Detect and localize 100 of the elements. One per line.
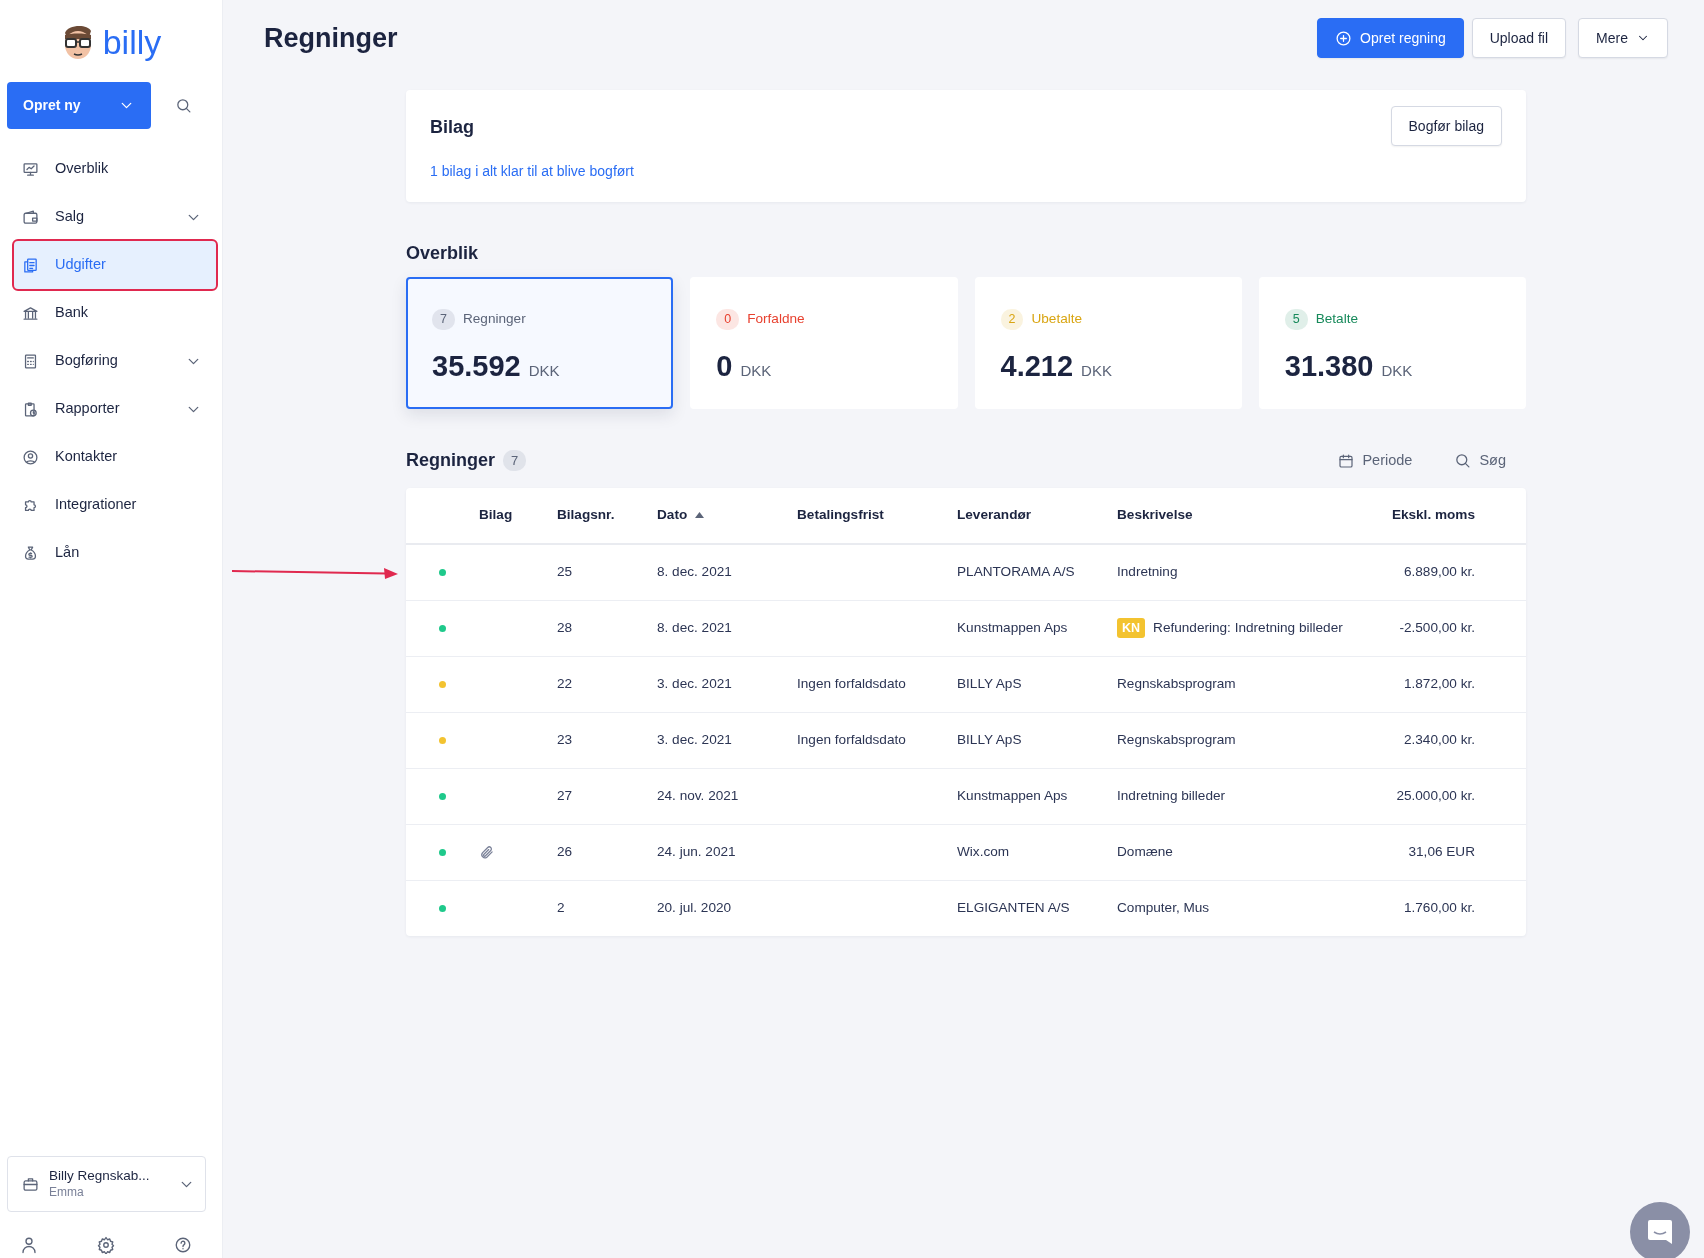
organization-selector[interactable]: Billy Regnskab... Emma xyxy=(7,1156,206,1212)
create-new-button[interactable]: Opret ny xyxy=(7,82,151,129)
column-header[interactable]: Leverandør xyxy=(957,505,1032,526)
table-cell: Kunstmappen Aps xyxy=(957,787,1068,803)
table-cell: 28 xyxy=(557,619,573,635)
wallet-icon xyxy=(22,208,39,226)
table-cell: Ingen forfaldsdato xyxy=(797,731,906,747)
chat-launcher[interactable] xyxy=(1630,1202,1690,1258)
table-cell: 27 xyxy=(557,787,573,803)
card-label: Regninger xyxy=(462,310,526,329)
table-cell: Wix.com xyxy=(957,843,1010,859)
settings-icon[interactable] xyxy=(97,1236,115,1254)
table-cell: ELGIGANTEN A/S xyxy=(957,900,1070,916)
receipts-icon xyxy=(22,256,39,274)
sidebar-item[interactable]: Rapporter xyxy=(22,385,216,433)
summary-card[interactable]: 2 Ubetalte 4.212 DKK xyxy=(974,277,1242,409)
summary-card[interactable]: 5 Betalte 31.380 DKK xyxy=(1258,277,1526,409)
bank-building-icon xyxy=(22,304,39,322)
sidebar-item[interactable]: Overblik xyxy=(22,145,216,193)
table-cell: 23 xyxy=(557,731,573,747)
table-cell: 25.000,00 kr. xyxy=(1396,787,1475,803)
search-icon xyxy=(175,97,192,114)
table-cell: 31,06 EUR xyxy=(1408,843,1475,859)
column-header[interactable]: Beskrivelse xyxy=(1117,505,1193,526)
count-badge: 2 xyxy=(1000,309,1024,330)
search-icon xyxy=(1454,452,1472,469)
table-cell-text: Regnskabsprogram xyxy=(1117,674,1236,693)
report-chart-icon xyxy=(22,400,39,418)
section-title: Regninger xyxy=(406,449,495,472)
logo-text: billy xyxy=(102,25,162,59)
count-badge: 0 xyxy=(716,309,740,330)
more-dropdown[interactable]: Mere xyxy=(1578,18,1668,58)
money-bag-icon xyxy=(22,544,39,562)
sidebar-item[interactable]: Udgifter xyxy=(14,241,216,289)
upload-file-button[interactable]: Upload fil xyxy=(1471,18,1567,58)
card-label: Forfaldne xyxy=(747,310,805,329)
table-cell: 26 xyxy=(557,843,573,859)
sidebar-item[interactable]: Kontakter xyxy=(22,433,216,481)
column-header[interactable]: Bilagsnr. xyxy=(557,505,615,526)
paperclip-icon[interactable] xyxy=(479,844,494,860)
help-icon[interactable] xyxy=(174,1236,192,1254)
table-cell: BILLY ApS xyxy=(957,675,1022,691)
count-badge: 7 xyxy=(432,309,455,330)
credit-note-tag: KN xyxy=(1117,617,1146,639)
table-cell: 6.889,00 kr. xyxy=(1403,564,1475,580)
table-cell-text: Computer, Mus xyxy=(1117,899,1210,918)
sidebar-item[interactable]: Integrationer xyxy=(22,481,216,529)
table-cell: 2.340,00 kr. xyxy=(1403,731,1475,747)
amount: 35.592 xyxy=(432,351,521,381)
search-button[interactable]: Søg xyxy=(1448,448,1512,473)
person-circle-icon xyxy=(22,448,39,466)
table-cell: 8. dec. 2021 xyxy=(657,564,732,580)
column-header[interactable]: Dato xyxy=(657,505,705,526)
amount: 31.380 xyxy=(1284,351,1374,381)
user-name: Emma xyxy=(49,1184,85,1200)
table-cell-text: Refundering: Indretning billeder xyxy=(1153,618,1343,637)
table-cell-text: Domæne xyxy=(1117,842,1173,861)
currency: DKK xyxy=(1081,360,1112,381)
table-cell: 24. nov. 2021 xyxy=(657,787,739,803)
page-title: Regninger xyxy=(264,21,398,55)
currency: DKK xyxy=(528,360,560,381)
table-cell: 1.872,00 kr. xyxy=(1403,675,1475,691)
user-icon[interactable] xyxy=(20,1236,38,1254)
sidebar-item[interactable]: Bogføring xyxy=(22,337,216,385)
table-cell: 22 xyxy=(557,675,573,691)
column-header[interactable]: Betalingsfrist xyxy=(797,505,884,526)
table-cell: 24. jun. 2021 xyxy=(657,843,736,859)
summary-card[interactable]: 0 Forfaldne 0 DKK xyxy=(690,277,958,409)
card-title: Bilag xyxy=(430,116,475,139)
table-cell: Ingen forfaldsdato xyxy=(797,675,906,691)
sidebar-item[interactable]: Lån xyxy=(22,529,216,577)
amount: 0 xyxy=(716,351,733,381)
period-filter-button[interactable]: Periode xyxy=(1332,448,1419,473)
amount: 4.212 xyxy=(1000,351,1074,381)
briefcase-icon xyxy=(22,1175,39,1193)
currency: DKK xyxy=(1381,360,1413,381)
sort-ascending-icon xyxy=(695,512,705,519)
sidebar-item[interactable]: Salg xyxy=(22,193,216,241)
table-cell: 25 xyxy=(557,564,573,580)
plus-circle-icon xyxy=(1335,29,1353,47)
create-bill-button[interactable]: Opret regning xyxy=(1317,18,1464,58)
count-badge: 7 xyxy=(503,449,527,472)
card-label: Betalte xyxy=(1315,310,1359,329)
calculator-icon xyxy=(22,352,39,370)
column-header[interactable]: Bilag xyxy=(479,505,513,526)
table-cell-text: Indretning xyxy=(1117,563,1178,582)
presentation-board-icon xyxy=(22,160,39,178)
table-cell: 3. dec. 2021 xyxy=(657,731,732,747)
post-vouchers-button[interactable]: Bogfør bilag xyxy=(1390,106,1502,146)
summary-card[interactable]: 7 Regninger 35.592 DKK xyxy=(406,277,674,409)
column-header[interactable]: Ekskl. moms xyxy=(1391,505,1475,526)
table-cell-text: Regnskabsprogram xyxy=(1117,730,1236,749)
table-cell: 3. dec. 2021 xyxy=(657,675,732,691)
sidebar-item[interactable]: Bank xyxy=(22,289,216,337)
currency: DKK xyxy=(740,360,772,381)
table-cell: BILLY ApS xyxy=(957,731,1022,747)
calendar-icon xyxy=(1338,452,1355,469)
table-cell: -2.500,00 kr. xyxy=(1399,619,1475,635)
table-cell: 2 xyxy=(557,900,565,916)
vouchers-ready-link[interactable]: 1 bilag i alt klar til at blive bogført xyxy=(430,161,634,182)
